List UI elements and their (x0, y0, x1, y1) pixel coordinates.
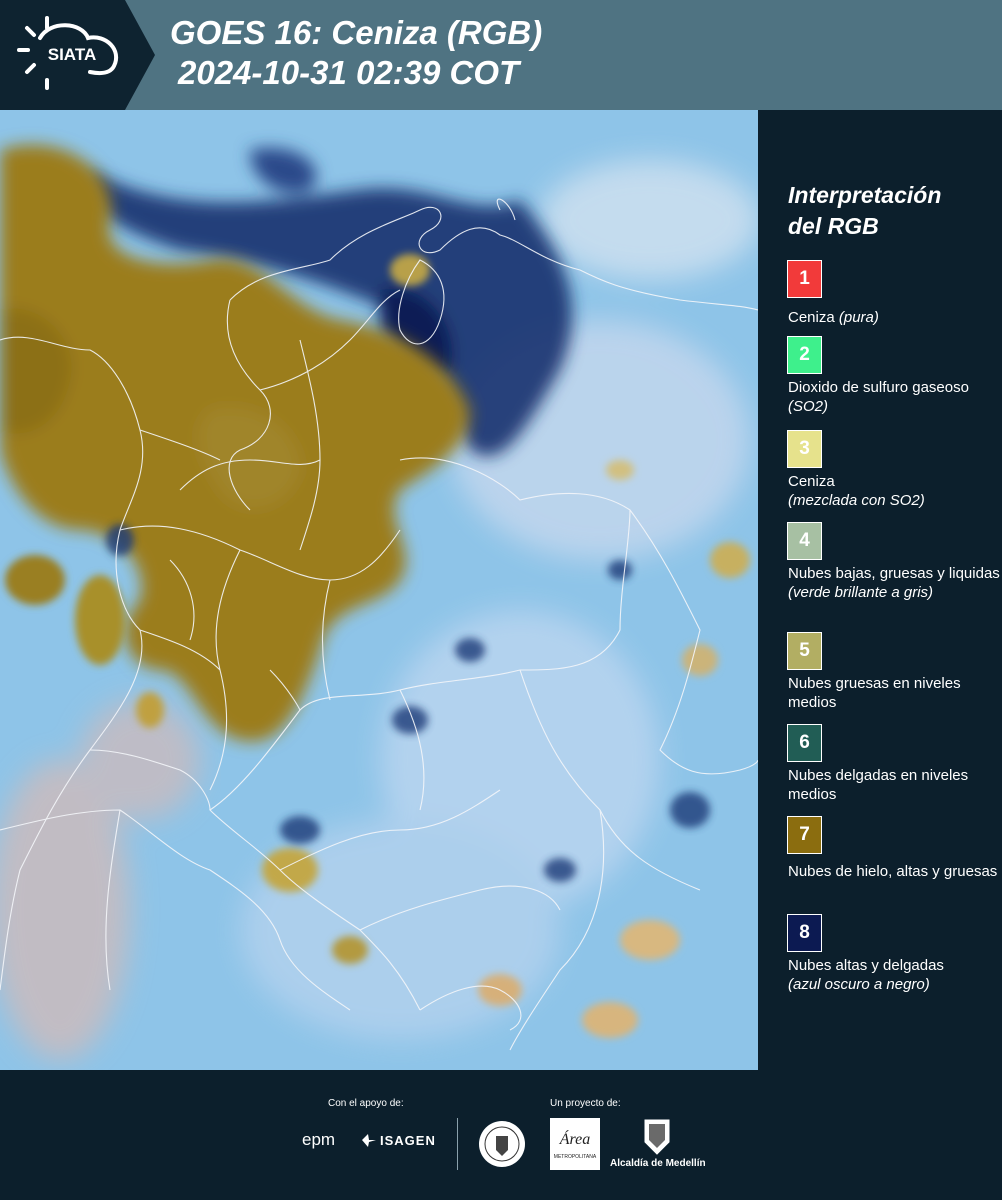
isagen-logo: ISAGEN (380, 1133, 436, 1148)
legend-title-line1: Interpretación (788, 182, 942, 208)
legend-item-text: Nubes gruesas en niveles medios (788, 675, 961, 711)
legend-item-7: Nubes de hielo, altas y gruesas (788, 862, 1000, 881)
legend-item-note: (azul oscuro a negro) (788, 976, 930, 993)
header: SIATA GOES 16: Ceniza (RGB) 2024-10-31 0… (0, 0, 1002, 110)
legend-item-5: Nubes gruesas en niveles medios (788, 674, 1000, 712)
legend-swatch-1: 1 (787, 260, 822, 298)
area-metropolitana-logo: Área METROPOLITANA (550, 1118, 600, 1170)
legend-item-note: (SO2) (788, 398, 829, 415)
legend-item-6: Nubes delgadas en niveles medios (788, 766, 1000, 804)
epm-logo: epm (302, 1130, 336, 1149)
map-title: GOES 16: Ceniza (RGB) (170, 14, 543, 51)
legend-item-text: Nubes de hielo, altas y gruesas (788, 863, 998, 880)
svg-text:SIATA: SIATA (48, 45, 96, 64)
svg-text:Área: Área (559, 1129, 591, 1148)
satellite-map (0, 110, 758, 1070)
support-label: Con el apoyo de: (328, 1098, 404, 1109)
legend-item-note: (mezclada con SO2) (788, 492, 925, 509)
legend-title-line2: del RGB (788, 213, 879, 239)
legend-item-4: Nubes bajas, gruesas y liquidas (verde br… (788, 564, 1000, 602)
legend-item-note: (pura) (838, 309, 879, 326)
alcaldia-shield-icon (644, 1119, 670, 1155)
svg-text:METROPOLITANA: METROPOLITANA (554, 1154, 597, 1160)
legend-title: Interpretación del RGB (788, 180, 988, 242)
legend-item-text: Nubes altas y delgadas (788, 957, 944, 974)
legend-item-note: (verde brillante a gris) (788, 584, 934, 601)
legend-panel: Interpretación del RGB 1 Ceniza (pura) 2… (760, 110, 1002, 1070)
legend-item-text: Ceniza (788, 309, 835, 326)
footer-divider (457, 1118, 458, 1170)
legend-item-text: Dioxido de sulfuro gaseoso (788, 379, 969, 396)
alcaldia-logo: Alcaldía de Medellín (610, 1158, 706, 1169)
legend-item-text: Ceniza (788, 473, 835, 490)
siata-logo: SIATA (17, 16, 118, 90)
legend-swatch-5: 5 (787, 632, 822, 670)
footer: Con el apoyo de: Un proyecto de: epm ISA… (0, 1070, 1002, 1200)
legend-item-text: Nubes delgadas en niveles medios (788, 767, 969, 803)
legend-item-3: Ceniza (mezclada con SO2) (788, 472, 1000, 510)
legend-item-1: Ceniza (pura) (788, 308, 1000, 327)
legend-swatch-6: 6 (787, 724, 822, 762)
legend-item-8: Nubes altas y delgadas (azul oscuro a neg… (788, 956, 1000, 994)
seal-icon (479, 1121, 525, 1167)
isagen-icon (362, 1134, 376, 1147)
map-timestamp: 2024-10-31 02:39 COT (178, 54, 520, 91)
project-label: Un proyecto de: (550, 1098, 621, 1109)
legend-swatch-3: 3 (787, 430, 822, 468)
legend-item-2: Dioxido de sulfuro gaseoso (SO2) (788, 378, 1000, 416)
legend-swatch-2: 2 (787, 336, 822, 374)
legend-swatch-7: 7 (787, 816, 822, 854)
legend-swatch-4: 4 (787, 522, 822, 560)
legend-swatch-8: 8 (787, 914, 822, 952)
legend-item-text: Nubes bajas, gruesas y liquidas (788, 565, 1000, 582)
